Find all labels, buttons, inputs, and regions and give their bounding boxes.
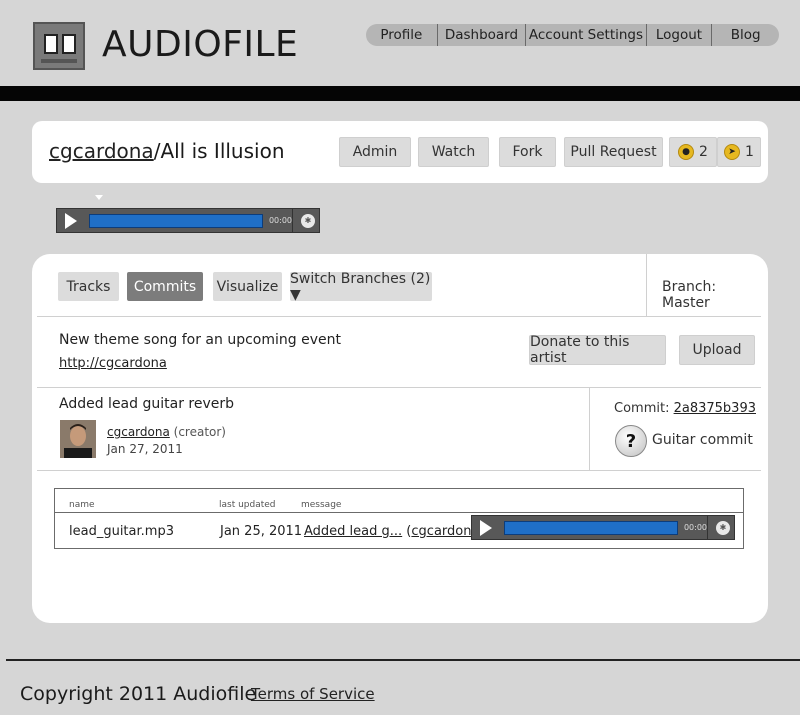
cursor-icon: ➤ [724,144,741,160]
rss-icon[interactable]: ✱ [301,213,315,228]
divider [37,387,761,388]
divider [37,316,761,317]
author-link[interactable]: cgcardona [107,425,170,439]
branch-label: Branch: Master [662,279,717,311]
rss-wrap: ✱ [292,209,319,232]
watchers-count-button[interactable]: ● 2 [669,137,717,167]
forks-count-button[interactable]: ➤ 1 [717,137,761,167]
commit-id-link[interactable]: 2a8375b393 [674,401,756,416]
play-icon[interactable] [59,210,81,232]
repo-header-card: cgcardona/All is Illusion Admin Watch Fo… [32,121,768,183]
commit-date: Jan 27, 2011 [107,442,183,456]
watchers-count: 2 [699,144,708,160]
repo-title: cgcardona/All is Illusion [49,139,285,163]
rss-icon[interactable]: ✱ [716,520,730,535]
nav-profile[interactable]: Profile [366,24,437,46]
file-message: Added lead g... (cgcardona) [304,524,485,539]
avatar[interactable] [60,420,96,458]
tab-tracks[interactable]: Tracks [58,272,119,301]
player-time: 00:00 [268,216,292,225]
logo-eye-left [44,34,58,54]
play-icon[interactable] [474,517,496,539]
logo-eye-right [62,34,76,54]
header-bar [0,86,800,101]
help-icon[interactable]: ? [615,425,647,457]
player-time: 00:00 [683,523,707,532]
audiofile-logo-icon[interactable] [33,22,85,70]
file-name[interactable]: lead_guitar.mp3 [69,524,174,539]
branch-divider [646,254,647,316]
copyright-text: Copyright 2011 Audiofile [20,683,257,705]
nav-dashboard[interactable]: Dashboard [438,24,526,46]
repo-name: All is Illusion [160,139,285,163]
upload-button[interactable]: Upload [679,335,755,365]
nav-blog[interactable]: Blog [712,24,779,46]
column-header-name: name [69,500,95,510]
watchers-icon: ● [678,144,695,160]
admin-button[interactable]: Admin [339,137,411,167]
tab-commits[interactable]: Commits [127,272,203,301]
tab-visualize[interactable]: Visualize [213,272,282,301]
pull-request-button[interactable]: Pull Request [564,137,663,167]
author-role: (creator) [173,425,226,439]
nav-account-settings[interactable]: Account Settings [526,24,645,46]
commit-title: Guitar commit [652,432,753,448]
logo-mouth [41,59,77,63]
terms-link[interactable]: Terms of Service [251,685,375,703]
progress-track[interactable] [88,213,263,228]
pointer-notch [95,195,103,200]
progress-track[interactable] [503,520,678,535]
commit-message: Added lead guitar reverb [59,396,234,412]
table-header-divider [55,512,743,513]
audio-player: 00:00 ✱ [56,208,320,233]
file-audio-player: 00:00 ✱ [471,515,735,540]
column-header-updated: last updated [219,500,276,510]
file-message-link[interactable]: Added lead g... [304,524,402,539]
column-header-message: message [301,500,342,510]
file-table: name last updated message lead_guitar.mp… [54,488,744,549]
nav-logout[interactable]: Logout [647,24,712,46]
forks-count: 1 [745,144,754,160]
rss-wrap: ✱ [707,516,734,539]
donate-button[interactable]: Donate to this artist [529,334,666,366]
repo-description: New theme song for an upcoming event [59,332,341,348]
main-card: Tracks Commits Visualize Switch Branches… [32,254,768,623]
watch-button[interactable]: Watch [418,137,489,167]
file-author-link[interactable]: cgcardona [411,524,479,539]
fork-button[interactable]: Fork [499,137,556,167]
footer-divider [6,659,800,661]
tab-switch-branches[interactable]: Switch Branches (2) ▼ [290,271,432,303]
top-navigation: Profile Dashboard Account Settings Logou… [366,24,779,46]
repo-link[interactable]: http://cgcardona [59,356,167,371]
commit-id-label: Commit: [614,401,670,416]
file-updated: Jan 25, 2011 [220,524,303,539]
commit-id-row: Commit: 2a8375b393 [614,401,756,416]
commit-divider [589,388,590,470]
repo-owner-link[interactable]: cgcardona [49,139,154,163]
brand-name[interactable]: AUDIOFILE [102,24,298,65]
commit-author: cgcardona (creator) [107,425,226,439]
divider [37,470,761,471]
